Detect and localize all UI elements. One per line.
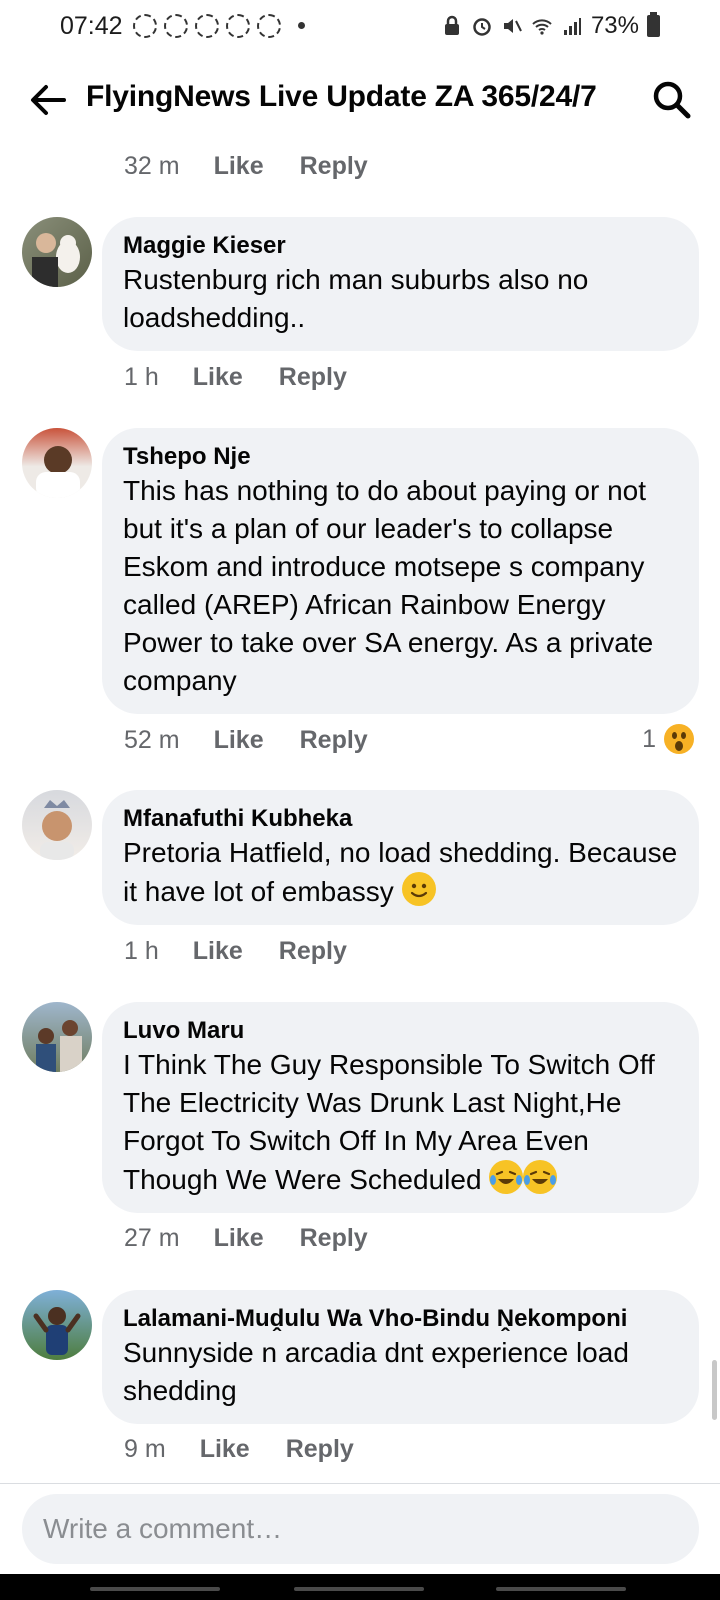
reply-button[interactable]: Reply	[300, 726, 368, 755]
comment-text-content: I Think The Guy Responsible To Switch Of…	[123, 1049, 655, 1195]
avatar-photo	[36, 1020, 82, 1072]
comment-time[interactable]: 1 h	[124, 937, 159, 966]
comment-input-placeholder: Write a comment…	[43, 1513, 283, 1544]
reaction-summary[interactable]: 1	[642, 724, 694, 754]
notification-icon	[257, 14, 281, 38]
reply-button[interactable]: Reply	[300, 152, 368, 181]
comment-time[interactable]: 9 m	[124, 1435, 166, 1464]
avatar[interactable]	[22, 1002, 92, 1072]
reply-button[interactable]: Reply	[286, 1435, 354, 1464]
comment-text: Pretoria Hatfield, no load shedding. Bec…	[123, 834, 679, 911]
comment-bubble[interactable]: Mfanafuthi Kubheka Pretoria Hatfield, no…	[102, 790, 699, 925]
alarm-icon	[473, 18, 491, 36]
comment-text-content: Pretoria Hatfield, no load shedding. Bec…	[123, 837, 678, 907]
notification-icons	[133, 14, 281, 38]
reply-button[interactable]: Reply	[279, 937, 347, 966]
comment-bubble[interactable]: Maggie Kieser Rustenburg rich man suburb…	[102, 217, 699, 351]
reaction-count: 1	[642, 724, 656, 753]
like-button[interactable]: Like	[200, 1435, 250, 1464]
notification-icon	[133, 14, 157, 38]
reply-button[interactable]: Reply	[279, 363, 347, 392]
avatar-photo	[40, 800, 74, 860]
nav-home-button[interactable]	[294, 1587, 424, 1591]
nav-recents-button[interactable]	[90, 1587, 220, 1591]
smiling-face-emoji-icon	[401, 872, 436, 906]
comment-text: Sunnyside n arcadia dnt experience load …	[123, 1337, 629, 1406]
battery-icon	[647, 12, 660, 37]
comment-bubble[interactable]: Tshepo Nje This has nothing to do about …	[102, 428, 699, 714]
notification-icon	[226, 14, 250, 38]
notification-icon	[164, 14, 188, 38]
avatar[interactable]	[22, 217, 92, 287]
comment-author[interactable]: Tshepo Nje	[123, 442, 679, 472]
comment-actions: 32 m Like Reply	[124, 146, 368, 186]
comment-actions: 1 h Like Reply	[124, 357, 347, 397]
comment-bubble[interactable]: Luvo Maru I Think The Guy Responsible To…	[102, 1002, 699, 1213]
wifi-icon	[532, 19, 552, 35]
avatar[interactable]	[22, 428, 92, 498]
comment-bubble[interactable]: Lalamani-Muḓulu Wa Vho-Bindu Ṋekomponi S…	[102, 1290, 699, 1424]
like-button[interactable]: Like	[214, 726, 264, 755]
signal-icon	[563, 18, 581, 35]
avatar[interactable]	[22, 1290, 92, 1360]
comment-author[interactable]: Lalamani-Muḓulu Wa Vho-Bindu Ṋekomponi	[123, 1304, 679, 1334]
search-icon[interactable]	[650, 78, 694, 122]
status-bar: 07:42 73%	[0, 0, 720, 52]
divider	[0, 1483, 720, 1484]
system-navigation-bar	[0, 1574, 720, 1600]
comment-text: I Think The Guy Responsible To Switch Of…	[123, 1046, 679, 1199]
comment-actions: 27 m Like Reply	[124, 1218, 368, 1258]
comment-actions: 9 m Like Reply	[124, 1429, 354, 1469]
nav-back-button[interactable]	[496, 1587, 626, 1591]
comment-input[interactable]: Write a comment…	[22, 1494, 699, 1564]
comment-actions: 52 m Like Reply	[124, 720, 368, 760]
comment-author[interactable]: Luvo Maru	[123, 1016, 679, 1046]
scrollbar[interactable]	[712, 1360, 717, 1420]
app-bar: FlyingNews Live Update ZA 365/24/7	[0, 66, 720, 132]
comment-actions: 1 h Like Reply	[124, 931, 347, 971]
comment-time[interactable]: 27 m	[124, 1224, 180, 1253]
laughing-tears-emoji-icon	[523, 1160, 558, 1194]
like-button[interactable]: Like	[193, 937, 243, 966]
like-button[interactable]: Like	[193, 363, 243, 392]
page-title: FlyingNews Live Update ZA 365/24/7	[86, 80, 597, 113]
avatar-photo	[32, 233, 80, 287]
laughing-tears-emoji-icon	[489, 1160, 524, 1194]
comment-author[interactable]: Maggie Kieser	[123, 231, 679, 261]
more-notifications-dot	[298, 22, 305, 29]
lock-icon	[444, 15, 459, 35]
system-status: 73%	[441, 12, 660, 40]
status-time: 07:42	[60, 12, 123, 40]
notification-icon	[195, 14, 219, 38]
comment-time[interactable]: 52 m	[124, 726, 180, 755]
comment-author[interactable]: Mfanafuthi Kubheka	[123, 804, 679, 834]
like-button[interactable]: Like	[214, 152, 264, 181]
avatar-photo	[36, 446, 80, 498]
mute-icon	[503, 19, 522, 33]
comment-time[interactable]: 32 m	[124, 152, 180, 181]
avatar[interactable]	[22, 790, 92, 860]
arrow-left-icon[interactable]	[26, 78, 70, 122]
comment-text: This has nothing to do about paying or n…	[123, 475, 654, 696]
avatar-photo	[33, 1307, 81, 1355]
like-button[interactable]: Like	[214, 1224, 264, 1253]
comment-time[interactable]: 1 h	[124, 363, 159, 392]
battery-percent: 73%	[590, 12, 639, 39]
reply-button[interactable]: Reply	[300, 1224, 368, 1253]
comment-text: Rustenburg rich man suburbs also no load…	[123, 264, 589, 333]
wow-emoji-icon	[664, 724, 694, 754]
